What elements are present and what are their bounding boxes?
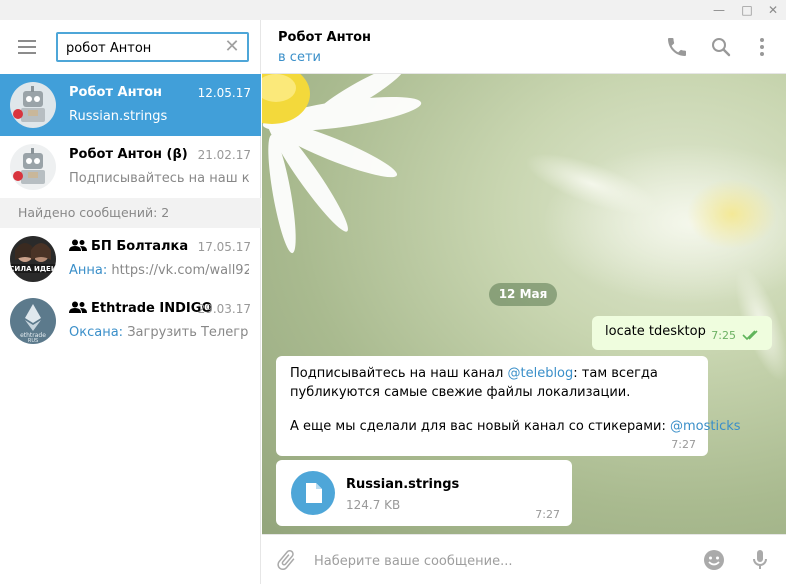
- message-time: 7:27: [671, 438, 696, 451]
- file-message[interactable]: Russian.strings 124.7 KB 7:27: [276, 460, 572, 526]
- clear-search-icon[interactable]: ✕: [223, 38, 241, 56]
- close-window-button[interactable]: ✕: [762, 0, 784, 20]
- file-icon[interactable]: [291, 471, 335, 515]
- message-input[interactable]: [314, 551, 694, 571]
- message-preview: Загрузить Телеграм...: [127, 325, 249, 340]
- group-icon: [69, 239, 87, 251]
- dialog-date: 17.05.17: [197, 240, 251, 254]
- message-text: locate tdesktop: [605, 324, 706, 339]
- avatar: [10, 82, 56, 128]
- avatar-caption: RUS: [28, 338, 38, 344]
- channel-link-mosticks[interactable]: @mosticks: [670, 419, 741, 434]
- chat-messages-area[interactable]: 12 Мая locate tdesktop 7:25 Подписывайте…: [262, 74, 786, 534]
- dialog-date: 29.03.17: [197, 302, 251, 316]
- avatar: ethtrade RUS: [10, 298, 56, 344]
- phone-icon[interactable]: [665, 35, 689, 59]
- hamburger-line-icon: [18, 40, 36, 42]
- sender-name: Анна:: [69, 263, 108, 278]
- chat-panel: Робот Антон в сети 12 Мая locate tdeskto…: [262, 20, 786, 584]
- incoming-message[interactable]: Подписывайтесь на наш канал @teleblog: т…: [276, 356, 741, 456]
- avatar: [10, 144, 56, 190]
- search-result-item[interactable]: ethtrade RUS Ethtrade INDIGO 29.03.17 Ок…: [0, 290, 261, 352]
- search-results-header: Найдено сообщений: 2: [0, 198, 261, 228]
- dialog-preview: Анна: https://vk.com/wall92...: [69, 263, 249, 278]
- avatar: СИЛА ИДЕИ: [10, 236, 56, 282]
- search-bar: ✕: [0, 20, 261, 74]
- message-text: А еще мы сделали для вас новый канал со …: [290, 419, 670, 434]
- maximize-button[interactable]: □: [736, 0, 758, 20]
- group-icon: [69, 301, 87, 313]
- dialog-item-robot-anton[interactable]: Робот Антон 12.05.17 Russian.strings: [0, 74, 261, 136]
- date-separator: 12 Мая: [489, 283, 557, 306]
- message-text: Подписывайтесь на наш канал: [290, 366, 508, 381]
- attach-icon[interactable]: [274, 548, 298, 572]
- dialogs-panel: ✕ Робот Антон 12.05.17 Russian.strings: [0, 20, 261, 584]
- message-paragraph: Подписывайтесь на наш канал @teleblog: т…: [290, 364, 696, 402]
- search-result-item[interactable]: СИЛА ИДЕИ БП Болталка 17.05.17 Анна: htt…: [0, 228, 261, 290]
- dialog-preview: Подписывайтесь на наш канал @teleblog: [69, 171, 249, 186]
- hamburger-line-icon: [18, 46, 36, 48]
- file-name[interactable]: Russian.strings: [346, 477, 459, 492]
- window-title-bar: — □ ✕: [0, 0, 786, 20]
- avatar-caption: СИЛА ИДЕИ: [10, 265, 56, 273]
- group-title: Ethtrade INDIGO: [91, 301, 213, 316]
- search-icon[interactable]: [709, 35, 733, 59]
- more-options-icon[interactable]: [750, 35, 774, 59]
- hamburger-menu-button[interactable]: [14, 37, 40, 57]
- message-time: 7:25: [711, 329, 736, 342]
- message-paragraph: А еще мы сделали для вас новый канал со …: [290, 417, 741, 436]
- peer-name[interactable]: Робот Антон: [278, 30, 371, 45]
- dialog-title: Ethtrade INDIGO: [69, 301, 212, 316]
- double-check-icon: [742, 330, 758, 341]
- message-time: 7:27: [535, 508, 560, 521]
- outgoing-message[interactable]: locate tdesktop 7:25: [592, 316, 772, 350]
- file-size: 124.7 KB: [346, 498, 401, 512]
- dialog-date: 12.05.17: [197, 86, 251, 100]
- dialog-date: 21.02.17: [197, 148, 251, 162]
- hamburger-line-icon: [18, 52, 36, 54]
- peer-status: в сети: [278, 50, 321, 65]
- message-preview: https://vk.com/wall92...: [111, 263, 249, 278]
- message-composer: [262, 534, 786, 584]
- minimize-button[interactable]: —: [708, 0, 730, 20]
- chat-header: Робот Антон в сети: [262, 20, 786, 74]
- dialog-preview: Russian.strings: [69, 109, 168, 124]
- microphone-icon[interactable]: [748, 548, 772, 572]
- dialog-title: Робот Антон: [69, 85, 163, 100]
- channel-link-teleblog[interactable]: @teleblog: [507, 366, 573, 381]
- dialog-preview: Оксана: Загрузить Телеграм...: [69, 325, 249, 340]
- sender-name: Оксана:: [69, 325, 124, 340]
- dialog-item-robot-anton-beta[interactable]: Робот Антон (β) 21.02.17 Подписывайтесь …: [0, 136, 261, 198]
- search-input[interactable]: [66, 39, 216, 57]
- dialog-title: Робот Антон (β): [69, 147, 188, 162]
- emoji-icon[interactable]: [702, 548, 726, 572]
- search-box: ✕: [56, 32, 249, 62]
- dialog-title: БП Болталка: [69, 239, 188, 254]
- group-title: БП Болталка: [91, 239, 189, 254]
